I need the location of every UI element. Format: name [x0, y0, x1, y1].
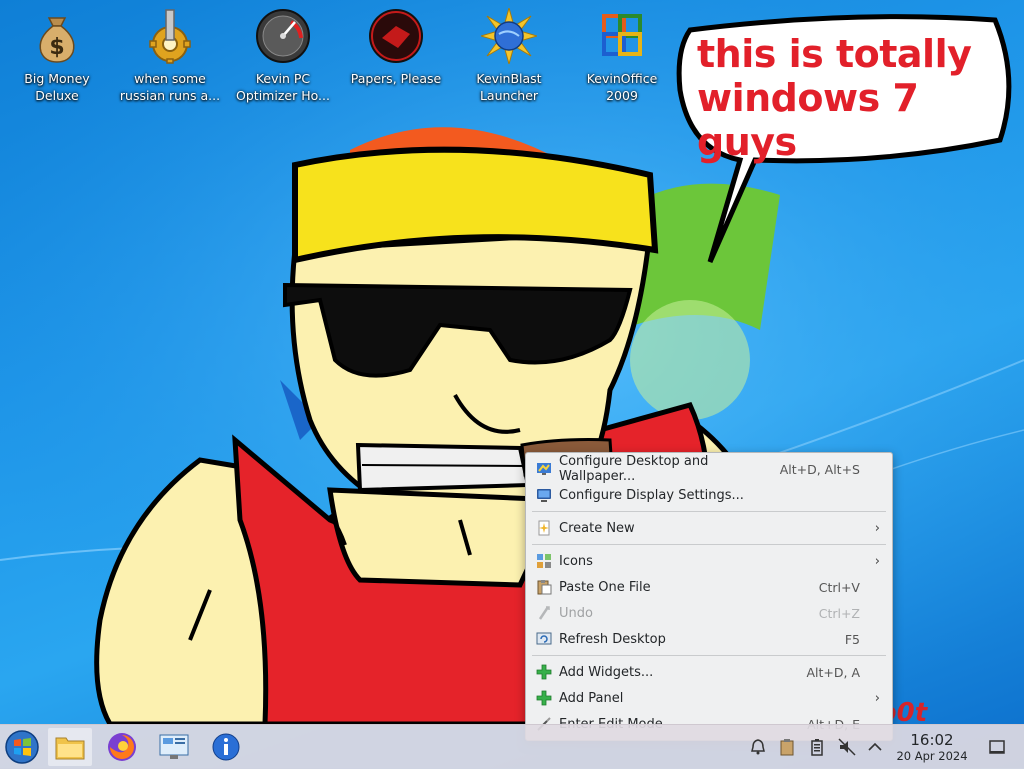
desktop-icon-label: KevinOffice 2009	[586, 71, 658, 103]
money-bag-icon: $	[39, 17, 75, 63]
speech-bubble-text: this is totally windows 7 guys	[697, 32, 972, 164]
papers-please-icon	[369, 9, 423, 63]
show-hidden-icon[interactable]	[866, 738, 884, 756]
menu-item-shortcut: F5	[844, 631, 860, 647]
menu-item-shortcut: Ctrl+V	[818, 579, 860, 595]
menu-item-label: Refresh Desktop	[559, 631, 666, 647]
menu-item-label: Add Widgets...	[559, 664, 654, 680]
desktop-icon-label: when some russian runs a...	[119, 71, 221, 103]
clock-date: 20 Apr 2024	[896, 749, 968, 763]
notifications-icon[interactable]	[749, 738, 767, 756]
menu-separator	[532, 655, 886, 656]
refresh-icon	[536, 632, 552, 645]
show-desktop-icon[interactable]	[988, 738, 1006, 756]
clock[interactable]: 16:02 20 Apr 2024	[890, 731, 974, 763]
menu-separator	[532, 511, 886, 512]
menu-item-label: Configure Display Settings...	[559, 487, 744, 503]
battery-icon[interactable]	[808, 738, 826, 756]
desktop-icon-kevin-pc-optimizer[interactable]: Kevin PC Optimizer Ho...	[231, 8, 335, 104]
add-icon	[536, 664, 552, 680]
menu-item-configure-desktop[interactable]: Configure Desktop and Wallpaper... Alt+D…	[526, 454, 892, 484]
desktop-icon-label: Papers, Please	[350, 71, 442, 86]
taskbar-control-panel[interactable]	[152, 728, 196, 766]
taskbar: 16:02 20 Apr 2024	[0, 724, 1024, 769]
desktop-icon-kevinoffice-2009[interactable]: KevinOffice 2009	[570, 8, 674, 104]
desktop-icon-russian[interactable]: when some russian runs a...	[118, 8, 222, 104]
menu-item-shortcut: Alt+D, A	[806, 664, 860, 680]
menu-item-label: Add Panel	[559, 690, 624, 706]
menu-item-label: Icons	[559, 553, 593, 569]
menu-item-add-widgets[interactable]: Add Widgets... Alt+D, A	[526, 659, 892, 685]
desktop-icon-papers-please[interactable]: Papers, Please	[344, 8, 448, 87]
desktop-icon-label: Big Money Deluxe	[24, 71, 90, 103]
chevron-right-icon: ›	[874, 521, 880, 536]
menu-item-undo[interactable]: Undo Ctrl+Z	[526, 600, 892, 626]
clock-time: 16:02	[910, 731, 954, 749]
desktop-settings-icon	[537, 463, 551, 475]
menu-item-label: Paste One File	[559, 579, 651, 595]
menu-item-label: Create New	[559, 520, 635, 536]
new-sparkle-icon	[538, 520, 550, 536]
menu-separator	[532, 544, 886, 545]
display-icon	[537, 489, 551, 502]
menu-item-shortcut: Ctrl+Z	[818, 605, 860, 621]
start-button[interactable]	[0, 728, 44, 766]
menu-item-paste[interactable]: Paste One File Ctrl+V	[526, 574, 892, 600]
menu-item-label: Undo	[559, 605, 593, 621]
taskbar-info[interactable]	[204, 728, 248, 766]
desktop-icon-kevinblast-launcher[interactable]: KevinBlast Launcher	[457, 8, 561, 104]
firefox-icon	[108, 733, 136, 761]
svg-text:$: $	[49, 35, 64, 60]
menu-item-shortcut: Alt+D, Alt+S	[779, 461, 860, 477]
taskbar-file-manager[interactable]	[48, 728, 92, 766]
paste-icon	[537, 580, 552, 595]
office-logo-icon	[602, 14, 642, 56]
control-panel-icon	[159, 734, 189, 759]
desktop-icon-label: KevinBlast Launcher	[476, 71, 542, 103]
undo-icon	[538, 606, 550, 620]
info-icon	[212, 733, 240, 761]
clipboard-icon[interactable]	[778, 738, 796, 756]
start-orb-icon	[5, 730, 39, 764]
menu-item-label: Configure Desktop and Wallpaper...	[559, 454, 709, 484]
menu-item-add-panel[interactable]: Add Panel ›	[526, 685, 892, 711]
taskbar-firefox[interactable]	[100, 728, 144, 766]
desktop-icon-big-money-deluxe[interactable]: $ Big Money Deluxe	[5, 8, 109, 104]
icons-grid-icon	[537, 554, 551, 568]
menu-item-configure-display[interactable]: Configure Display Settings...	[526, 482, 892, 508]
chevron-right-icon: ›	[874, 691, 880, 706]
add-icon	[536, 690, 552, 706]
blast-globe-icon	[481, 8, 537, 64]
desktop-icon-label: Kevin PC Optimizer Ho...	[236, 71, 330, 103]
chevron-right-icon: ›	[874, 554, 880, 569]
menu-item-refresh[interactable]: Refresh Desktop F5	[526, 626, 892, 652]
menu-item-create-new[interactable]: Create New ›	[526, 515, 892, 541]
volume-muted-icon[interactable]	[838, 738, 856, 756]
speedometer-icon	[256, 9, 310, 63]
file-manager-icon	[55, 737, 85, 760]
menu-item-icons[interactable]: Icons ›	[526, 548, 892, 574]
desktop-context-menu: Configure Desktop and Wallpaper... Alt+D…	[525, 452, 893, 741]
gear-wrench-icon	[149, 9, 191, 64]
